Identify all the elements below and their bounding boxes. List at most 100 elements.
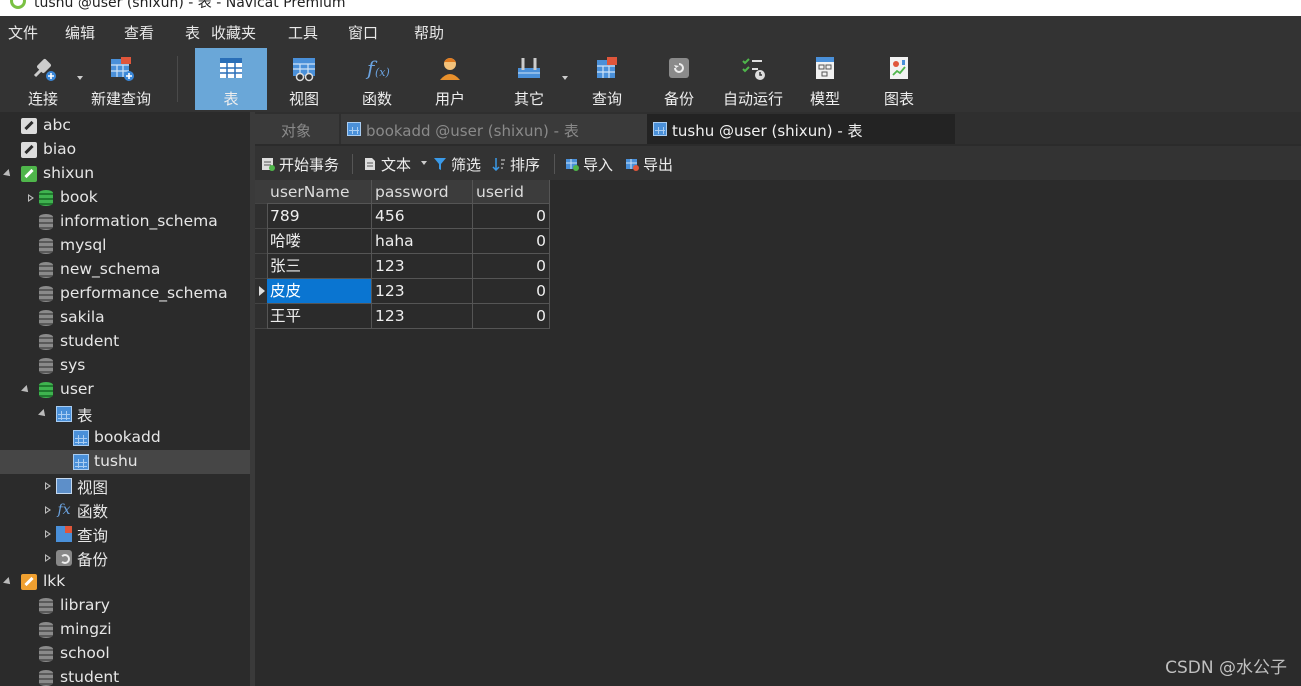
- others-button[interactable]: 其它: [494, 48, 564, 110]
- tab-bookadd[interactable]: bookadd @user (shixun) - 表: [341, 114, 647, 144]
- connection-icon: [21, 118, 37, 134]
- tree-item-shixun[interactable]: shixun: [0, 162, 250, 186]
- tree-item-sys[interactable]: sys: [0, 354, 250, 378]
- tree-item-mysql[interactable]: mysql: [0, 234, 250, 258]
- tree-item-abc[interactable]: abc: [0, 114, 250, 138]
- query-button[interactable]: 查询: [574, 48, 640, 110]
- menu-favorites[interactable]: 收藏夹: [211, 22, 256, 43]
- table-cell[interactable]: 0: [473, 279, 550, 304]
- menu-file[interactable]: 文件: [8, 22, 38, 43]
- tree-item-tushu[interactable]: tushu: [0, 450, 250, 474]
- connect-label: 连接: [27, 90, 58, 108]
- tree-item-new-schema[interactable]: new_schema: [0, 258, 250, 282]
- menu-edit[interactable]: 编辑: [65, 22, 95, 43]
- column-header-username[interactable]: userName: [267, 180, 372, 204]
- expand-arrow-icon[interactable]: [38, 409, 48, 419]
- tree-item-student[interactable]: student: [0, 330, 250, 354]
- tree-item-performance-schema[interactable]: performance_schema: [0, 282, 250, 306]
- table-button[interactable]: 表: [195, 48, 267, 110]
- tree-item-label: student: [60, 668, 120, 686]
- expand-arrow-icon[interactable]: [3, 577, 13, 587]
- table-cell[interactable]: 123: [372, 254, 473, 279]
- tab-tushu[interactable]: tushu @user (shixun) - 表: [647, 114, 955, 144]
- tree-item-bookadd[interactable]: bookadd: [0, 426, 250, 450]
- collapse-arrow-icon[interactable]: [45, 530, 51, 538]
- chart-icon: [890, 57, 908, 79]
- connect-dropdown-icon[interactable]: [77, 76, 83, 80]
- automation-button[interactable]: 自动运行: [718, 48, 788, 110]
- menu-table[interactable]: 表: [185, 22, 200, 43]
- database-icon: [39, 310, 53, 326]
- table-cell[interactable]: 0: [473, 254, 550, 279]
- tree-item-book[interactable]: book: [0, 186, 250, 210]
- tree-item-lkk[interactable]: lkk: [0, 570, 250, 594]
- menu-tools[interactable]: 工具: [288, 22, 318, 43]
- database-icon: [39, 286, 53, 302]
- document-icon: [365, 158, 375, 170]
- tree-item-school[interactable]: school: [0, 642, 250, 666]
- collapse-arrow-icon[interactable]: [45, 506, 51, 514]
- tree-item-library[interactable]: library: [0, 594, 250, 618]
- table-cell[interactable]: 王平: [267, 304, 372, 329]
- tree-item-label: library: [60, 596, 110, 614]
- tree-item-tables-folder[interactable]: 表: [0, 402, 250, 426]
- collapse-arrow-icon[interactable]: [28, 194, 34, 202]
- connection-icon: [21, 574, 37, 590]
- export-icon: [626, 159, 639, 171]
- tree-item-label: book: [60, 188, 98, 206]
- view-button[interactable]: 视图: [270, 48, 338, 110]
- user-button[interactable]: 用户: [416, 48, 484, 110]
- table-cell[interactable]: 123: [372, 279, 473, 304]
- column-header-userid[interactable]: userid: [473, 180, 550, 204]
- table-cell[interactable]: 哈喽: [267, 229, 372, 254]
- begin-transaction-label: 开始事务: [279, 156, 340, 174]
- export-button[interactable]: 导出: [625, 154, 677, 174]
- sort-button[interactable]: 排序: [492, 154, 544, 174]
- filter-button[interactable]: 筛选: [433, 154, 485, 174]
- tree-item-sakila[interactable]: sakila: [0, 306, 250, 330]
- table-cell[interactable]: 0: [473, 204, 550, 229]
- collapse-arrow-icon[interactable]: [45, 554, 51, 562]
- begin-transaction-button[interactable]: 开始事务: [261, 154, 347, 174]
- tree-item-label: abc: [43, 116, 71, 134]
- tree-item-queries-folder[interactable]: 查询: [0, 522, 250, 546]
- expand-arrow-icon[interactable]: [3, 169, 13, 179]
- table-cell[interactable]: 123: [372, 304, 473, 329]
- database-icon: [39, 190, 53, 206]
- tree-item-user[interactable]: user: [0, 378, 250, 402]
- tree-item-student-lkk[interactable]: student: [0, 666, 250, 686]
- tree-item-views-folder[interactable]: 视图: [0, 474, 250, 498]
- collapse-arrow-icon[interactable]: [45, 482, 51, 490]
- tree-item-biao[interactable]: biao: [0, 138, 250, 162]
- table-cell[interactable]: 0: [473, 304, 550, 329]
- chart-button[interactable]: 图表: [866, 48, 932, 110]
- text-button[interactable]: 文本: [363, 154, 427, 174]
- new-query-button[interactable]: 新建查询: [88, 48, 154, 110]
- menu-help[interactable]: 帮助: [414, 22, 444, 43]
- function-button[interactable]: f (x) 函数: [343, 48, 411, 110]
- backup-button[interactable]: 备份: [646, 48, 712, 110]
- column-header-password[interactable]: password: [372, 180, 473, 204]
- tree-item-label: shixun: [43, 164, 95, 182]
- others-dropdown-icon[interactable]: [562, 76, 568, 80]
- tab-objects[interactable]: 对象: [255, 114, 339, 144]
- table-cell[interactable]: 张三: [267, 254, 372, 279]
- table-cell[interactable]: 789: [267, 204, 372, 229]
- menu-window[interactable]: 窗口: [348, 22, 378, 43]
- import-icon: [566, 159, 579, 171]
- query-label: 查询: [591, 90, 622, 108]
- model-button[interactable]: 模型: [792, 48, 858, 110]
- tree-item-mingzi[interactable]: mingzi: [0, 618, 250, 642]
- menu-view[interactable]: 查看: [124, 22, 154, 43]
- expand-arrow-icon[interactable]: [21, 385, 31, 395]
- table-cell-selected[interactable]: 皮皮: [267, 279, 372, 304]
- tree-item-functions-folder[interactable]: fx 函数: [0, 498, 250, 522]
- tree-item-backups-folder[interactable]: 备份: [0, 546, 250, 570]
- import-button[interactable]: 导入: [565, 154, 617, 174]
- tree-item-information-schema[interactable]: information_schema: [0, 210, 250, 234]
- connect-button[interactable]: 连接: [10, 48, 76, 110]
- table-cell[interactable]: haha: [372, 229, 473, 254]
- table-cell[interactable]: 0: [473, 229, 550, 254]
- tree-item-label: student: [60, 332, 120, 350]
- table-cell[interactable]: 456: [372, 204, 473, 229]
